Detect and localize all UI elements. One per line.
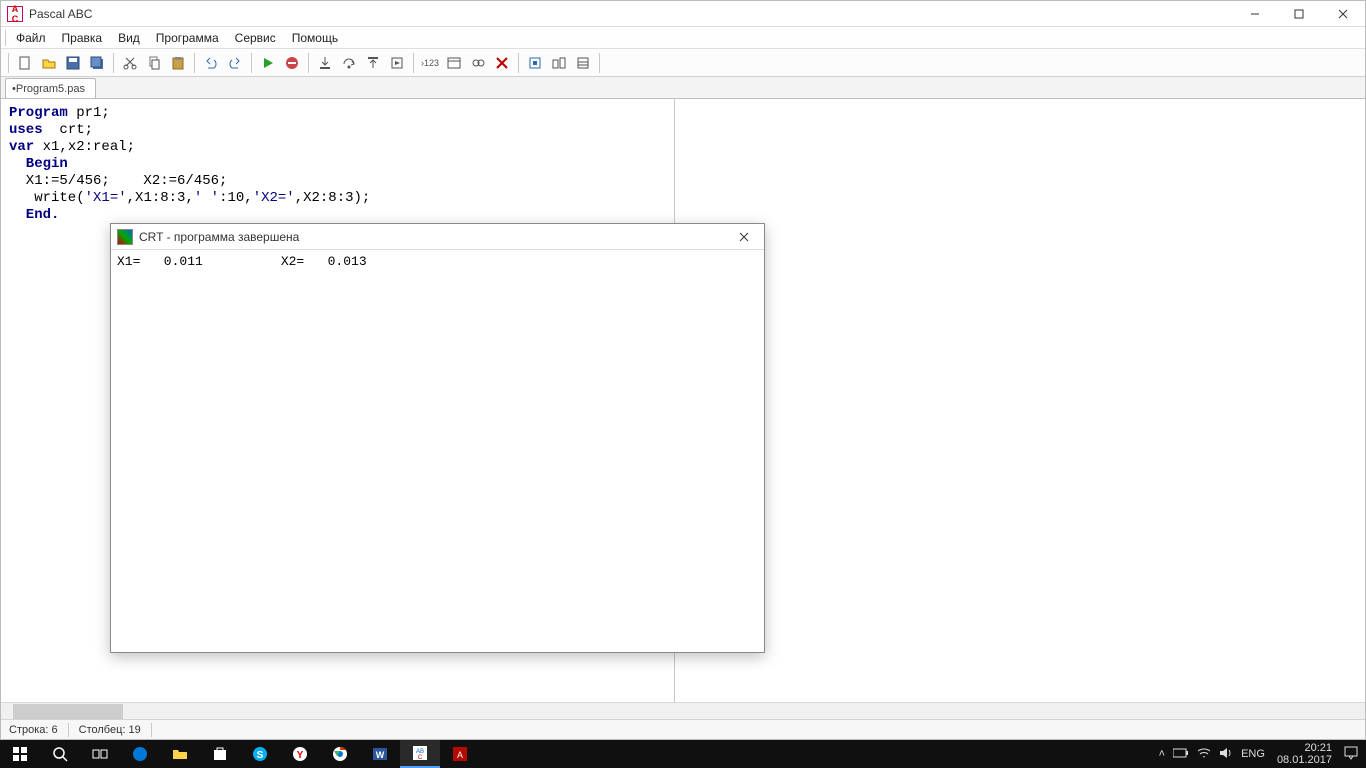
copy-button[interactable] bbox=[143, 52, 165, 74]
wifi-icon[interactable] bbox=[1197, 747, 1211, 762]
menu-help[interactable]: Помощь bbox=[284, 27, 346, 48]
minimize-button[interactable] bbox=[1233, 2, 1277, 26]
edge-icon[interactable] bbox=[120, 740, 160, 768]
crt-icon bbox=[117, 229, 133, 245]
run-button[interactable] bbox=[257, 52, 279, 74]
new-file-button[interactable] bbox=[14, 52, 36, 74]
output-window-button[interactable] bbox=[443, 52, 465, 74]
language-indicator[interactable]: ENG bbox=[1241, 748, 1265, 760]
tb-separator bbox=[113, 53, 114, 73]
status-row: Строка: 6 bbox=[9, 724, 58, 736]
run-to-cursor-button[interactable] bbox=[386, 52, 408, 74]
work-area: Program pr1; uses crt; var x1,x2:real; B… bbox=[1, 99, 1365, 702]
menu-separator bbox=[5, 30, 6, 46]
store-icon[interactable] bbox=[200, 740, 240, 768]
step-into-button[interactable] bbox=[314, 52, 336, 74]
taskview-button[interactable] bbox=[80, 740, 120, 768]
crt-output-window: CRT - программа завершена X1= 0.011 X2= … bbox=[110, 223, 765, 653]
windows-taskbar: S Y W ABC A ˄ ENG 20:21 08.01.2017 bbox=[0, 740, 1366, 768]
stop-button[interactable] bbox=[281, 52, 303, 74]
explorer-icon[interactable] bbox=[160, 740, 200, 768]
close-button[interactable] bbox=[1321, 2, 1365, 26]
menu-service[interactable]: Сервис bbox=[227, 27, 284, 48]
step-over-button[interactable] bbox=[338, 52, 360, 74]
menu-view[interactable]: Вид bbox=[110, 27, 148, 48]
status-bar: Строка: 6 Столбец: 19 bbox=[1, 719, 1365, 739]
crt-close-button[interactable] bbox=[724, 225, 764, 249]
variables-button[interactable] bbox=[467, 52, 489, 74]
clock[interactable]: 20:21 08.01.2017 bbox=[1273, 742, 1336, 766]
yandex-icon[interactable]: Y bbox=[280, 740, 320, 768]
pascalabc-task-icon[interactable]: ABC bbox=[400, 740, 440, 768]
undo-button[interactable] bbox=[200, 52, 222, 74]
tray-chevron-icon[interactable]: ˄ bbox=[1159, 748, 1165, 760]
toolbar: ›123 bbox=[1, 49, 1365, 77]
tb-separator bbox=[413, 53, 414, 73]
options-button[interactable] bbox=[572, 52, 594, 74]
clock-time: 20:21 bbox=[1277, 742, 1332, 754]
clock-date: 08.01.2017 bbox=[1277, 754, 1332, 766]
app-title: Pascal ABC bbox=[29, 7, 1233, 21]
build-button[interactable] bbox=[548, 52, 570, 74]
right-pane bbox=[675, 99, 1365, 702]
battery-icon[interactable] bbox=[1173, 748, 1189, 761]
kw-var: var bbox=[9, 139, 34, 155]
svg-text:S: S bbox=[257, 750, 264, 761]
watch-button[interactable]: ›123 bbox=[419, 52, 441, 74]
status-divider bbox=[151, 723, 152, 737]
svg-text:W: W bbox=[376, 750, 385, 760]
notifications-icon[interactable] bbox=[1344, 746, 1358, 763]
tab-row: •Program5.pas bbox=[1, 77, 1365, 99]
search-button[interactable] bbox=[40, 740, 80, 768]
step-out-button[interactable] bbox=[362, 52, 384, 74]
crt-title-text: CRT - программа завершена bbox=[139, 230, 724, 244]
cut-button[interactable] bbox=[119, 52, 141, 74]
menu-program[interactable]: Программа bbox=[148, 27, 227, 48]
kw-begin: Begin bbox=[9, 156, 68, 172]
titlebar: AC Pascal ABC bbox=[1, 1, 1365, 27]
system-tray: ˄ ENG 20:21 08.01.2017 bbox=[1159, 742, 1366, 766]
svg-text:C: C bbox=[418, 755, 423, 761]
svg-text:A: A bbox=[457, 750, 463, 760]
kw-program: Program bbox=[9, 105, 68, 121]
app-icon: AC bbox=[7, 6, 23, 22]
kw-end: End. bbox=[9, 207, 59, 223]
maximize-button[interactable] bbox=[1277, 2, 1321, 26]
code-content: Program pr1; uses crt; var x1,x2:real; B… bbox=[1, 99, 674, 231]
scrollbar-thumb[interactable] bbox=[13, 704, 123, 719]
start-button[interactable] bbox=[0, 740, 40, 768]
main-window: AC Pascal ABC Файл Правка Вид Программа … bbox=[0, 0, 1366, 740]
volume-icon[interactable] bbox=[1219, 747, 1233, 762]
redo-button[interactable] bbox=[224, 52, 246, 74]
kw-uses: uses bbox=[9, 122, 43, 138]
tb-separator bbox=[251, 53, 252, 73]
tb-separator bbox=[8, 53, 9, 73]
tb-separator bbox=[599, 53, 600, 73]
tb-separator bbox=[194, 53, 195, 73]
svg-text:Y: Y bbox=[297, 750, 304, 761]
word-icon[interactable]: W bbox=[360, 740, 400, 768]
chrome-icon[interactable] bbox=[320, 740, 360, 768]
file-tab[interactable]: •Program5.pas bbox=[5, 78, 96, 98]
tb-separator bbox=[518, 53, 519, 73]
status-divider bbox=[68, 723, 69, 737]
compile-button[interactable] bbox=[524, 52, 546, 74]
menu-bar: Файл Правка Вид Программа Сервис Помощь bbox=[1, 27, 1365, 49]
tb-separator bbox=[308, 53, 309, 73]
horizontal-scrollbar[interactable] bbox=[1, 702, 1365, 719]
crt-output-text: X1= 0.011 X2= 0.013 bbox=[111, 250, 764, 652]
menu-edit[interactable]: Правка bbox=[54, 27, 111, 48]
save-all-button[interactable] bbox=[86, 52, 108, 74]
status-col: Столбец: 19 bbox=[79, 724, 141, 736]
menu-file[interactable]: Файл bbox=[8, 27, 54, 48]
paste-button[interactable] bbox=[167, 52, 189, 74]
skype-icon[interactable]: S bbox=[240, 740, 280, 768]
breakpoint-button[interactable] bbox=[491, 52, 513, 74]
open-file-button[interactable] bbox=[38, 52, 60, 74]
save-button[interactable] bbox=[62, 52, 84, 74]
crt-titlebar: CRT - программа завершена bbox=[111, 224, 764, 250]
acrobat-icon[interactable]: A bbox=[440, 740, 480, 768]
